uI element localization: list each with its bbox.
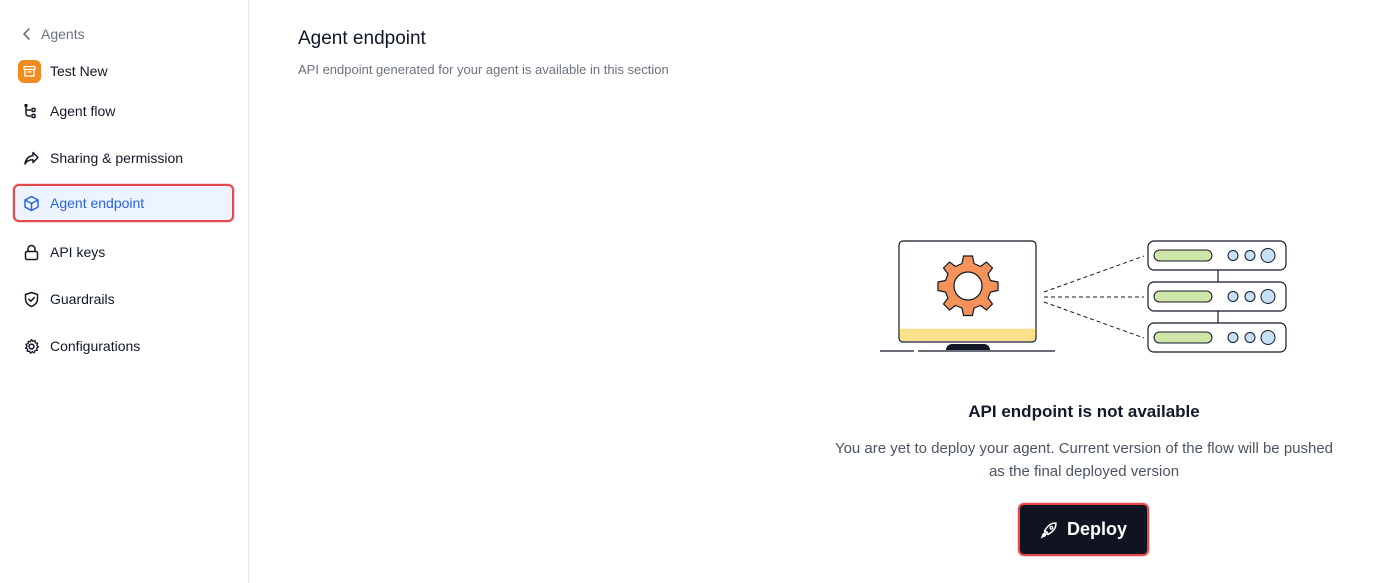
agent-header: Test New (18, 59, 108, 83)
rocket-icon (1040, 521, 1057, 539)
sidebar-item-label: Agent endpoint (50, 195, 145, 211)
sidebar-item-label: Agent flow (50, 103, 116, 119)
gear-graphic (937, 255, 999, 317)
server-stack-graphic (1147, 240, 1287, 353)
sidebar-item-agent-flow[interactable]: Agent flow (13, 92, 234, 130)
agent-name-label: Test New (50, 63, 108, 79)
main-content: Agent endpoint API endpoint generated fo… (250, 0, 1388, 583)
agent-avatar (18, 59, 41, 83)
chevron-left-icon (23, 28, 30, 40)
cube-icon (24, 195, 39, 211)
sidebar-item-sharing-permission[interactable]: Sharing & permission (13, 139, 234, 177)
sidebar-item-configurations[interactable]: Configurations (13, 327, 234, 365)
empty-state-description: You are yet to deploy your agent. Curren… (834, 440, 1334, 480)
sidebar-item-agent-endpoint[interactable]: Agent endpoint (13, 184, 234, 222)
flow-icon (24, 103, 36, 118)
back-link-label: Agents (41, 26, 85, 42)
server-unit (1147, 322, 1287, 353)
sidebar-item-label: API keys (50, 244, 106, 260)
share-icon (24, 151, 39, 165)
server-unit (1147, 240, 1287, 271)
connector-lines (1043, 255, 1145, 339)
shield-check-icon (24, 291, 39, 307)
endpoint-illustration (880, 240, 1287, 353)
page-title: Agent endpoint (298, 28, 426, 49)
sidebar-item-api-keys[interactable]: API keys (13, 233, 234, 271)
archive-icon (23, 65, 36, 77)
deploy-button-label: Deploy (1066, 519, 1127, 539)
deploy-button[interactable]: Deploy (1018, 503, 1149, 556)
page-subtitle: API endpoint generated for your agent is… (298, 62, 669, 77)
empty-state-title: API endpoint is not available (968, 402, 1200, 421)
sidebar-item-label: Guardrails (50, 291, 115, 307)
back-to-agents-link[interactable]: Agents (22, 25, 85, 43)
lock-icon (24, 244, 39, 260)
sidebar-item-label: Sharing & permission (50, 150, 184, 166)
server-unit (1147, 281, 1287, 312)
gear-icon (24, 338, 40, 354)
sidebar-item-guardrails[interactable]: Guardrails (13, 280, 234, 318)
sidebar: Agents Test New Agent flow Sharing & per… (0, 0, 249, 583)
sidebar-item-label: Configurations (50, 338, 141, 354)
